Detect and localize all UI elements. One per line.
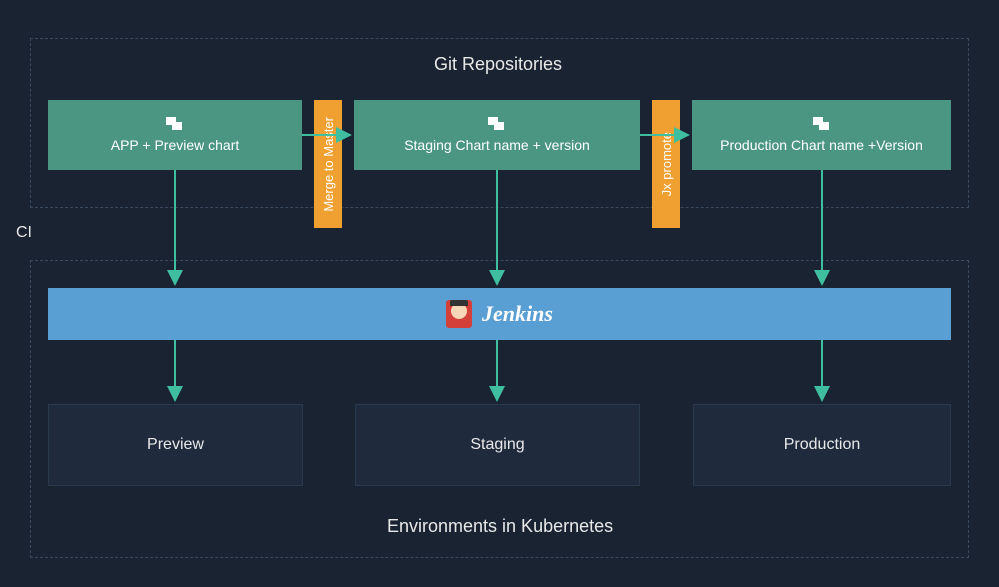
repo-production: Production Chart name +Version	[692, 100, 951, 170]
env-production-label: Production	[784, 436, 861, 454]
repo-staging: Staging Chart name + version	[354, 100, 640, 170]
jenkins-logo-icon	[446, 300, 472, 328]
jenkins-bar: Jenkins	[48, 288, 951, 340]
git-repos-title: Git Repositories	[434, 54, 562, 75]
ci-label: CI	[16, 224, 32, 242]
repo-production-label: Production Chart name +Version	[720, 137, 923, 153]
env-preview: Preview	[48, 404, 303, 486]
env-preview-label: Preview	[147, 436, 204, 454]
environments-title: Environments in Kubernetes	[387, 516, 613, 537]
stack-icon	[813, 117, 831, 131]
env-staging: Staging	[355, 404, 640, 486]
jenkins-label: Jenkins	[482, 301, 553, 327]
stack-icon	[166, 117, 184, 131]
merge-to-master-bar: Merge to Master	[314, 100, 342, 228]
promote-label: Jx promote	[659, 132, 674, 196]
jx-promote-bar: Jx promote	[652, 100, 680, 228]
env-staging-label: Staging	[470, 436, 524, 454]
repo-app-label: APP + Preview chart	[111, 137, 240, 153]
merge-label: Merge to Master	[321, 117, 336, 212]
repo-app-preview: APP + Preview chart	[48, 100, 302, 170]
env-production: Production	[693, 404, 951, 486]
repo-staging-label: Staging Chart name + version	[404, 137, 590, 153]
stack-icon	[488, 117, 506, 131]
